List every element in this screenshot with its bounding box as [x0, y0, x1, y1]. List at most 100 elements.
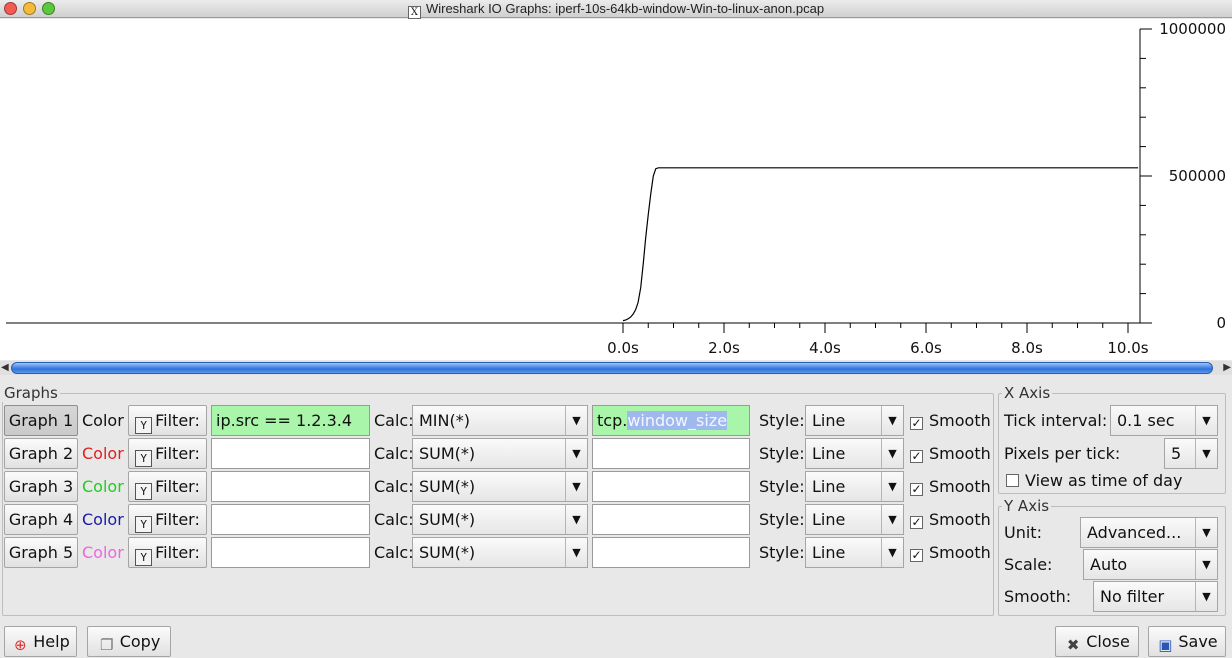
graph-4-filter-button[interactable]: Y Filter: [128, 504, 207, 535]
filter-icon: Y [135, 516, 153, 533]
filter-icon: Y [135, 483, 153, 500]
graph-4-style-label: Style: [759, 510, 805, 529]
chevron-down-icon: ▼ [881, 406, 903, 435]
graph-2-button[interactable]: Graph 2 [4, 438, 78, 469]
x-tick-label: 0.0s [607, 339, 639, 357]
graph-4-calc-select[interactable]: SUM(*) ▼ [412, 504, 588, 535]
window-title: X Wireshark IO Graphs: iperf-10s-64kb-win… [0, 0, 1232, 19]
chevron-down-icon: ▼ [565, 505, 587, 534]
graph-4-filter-input[interactable] [211, 504, 370, 535]
graph-5-style-select[interactable]: Line ▼ [805, 537, 904, 568]
tick-interval-label: Tick interval: [1004, 411, 1108, 430]
graph-1-calc-field-input[interactable]: tcp.window_size [592, 405, 750, 436]
graph-2-calc-select[interactable]: SUM(*) ▼ [412, 438, 588, 469]
scroll-right-icon[interactable]: ▶ [1223, 362, 1231, 373]
graph-4-style-select[interactable]: Line ▼ [805, 504, 904, 535]
plot-scrollbar[interactable]: ◀ ▶ [0, 361, 1232, 375]
graph-5-calc-field-input[interactable] [592, 537, 750, 568]
graph-1-button[interactable]: Graph 1 [4, 405, 78, 436]
floppy-disk-icon: ▣ [1158, 636, 1173, 654]
chevron-down-icon: ▼ [881, 505, 903, 534]
chevron-down-icon: ▼ [1195, 439, 1217, 468]
graph-1-style-select[interactable]: Line ▼ [805, 405, 904, 436]
x-tick-label: 6.0s [910, 339, 942, 357]
save-button[interactable]: ▣ Save [1148, 626, 1226, 657]
x-tick-label: 10.0s [1107, 339, 1148, 357]
filter-icon: Y [135, 417, 153, 434]
graph-3-filter-input[interactable] [211, 471, 370, 502]
graph-2-smooth-checkbox[interactable]: ✓ Smooth [910, 438, 991, 469]
graph-2-style-select[interactable]: Line ▼ [805, 438, 904, 469]
graph-3-smooth-checkbox[interactable]: ✓ Smooth [910, 471, 991, 502]
x-tick-label: 8.0s [1011, 339, 1043, 357]
chevron-down-icon: ▼ [565, 439, 587, 468]
graph-4-calc-field-input[interactable] [592, 504, 750, 535]
unit-select[interactable]: Advanced... ▼ [1080, 517, 1218, 548]
filter-icon: Y [135, 549, 153, 566]
smooth-filter-select[interactable]: No filter ▼ [1093, 581, 1218, 612]
graph-4-button[interactable]: Graph 4 [4, 504, 78, 535]
io-graph-chart[interactable]: 1000000 500000 0 0.0s 2.0s 4.0s 6.0s 8.0s 10.0s [0, 19, 1232, 360]
graph-3-style-select[interactable]: Line ▼ [805, 471, 904, 502]
selected-text: window_size [627, 411, 728, 430]
graph-1-calc-select[interactable]: MIN(*) ▼ [412, 405, 588, 436]
checkbox-unchecked-icon[interactable] [1006, 474, 1019, 487]
x11-app-icon: X [407, 6, 421, 19]
checkbox-checked-icon[interactable]: ✓ [910, 483, 923, 496]
graphs-group-title: Graphs [2, 384, 60, 402]
graph-2-calc-field-input[interactable] [592, 438, 750, 469]
graph-1-color-label[interactable]: Color [82, 405, 124, 436]
checkbox-checked-icon[interactable]: ✓ [910, 450, 923, 463]
help-button[interactable]: ⊕ Help [4, 626, 77, 657]
checkbox-checked-icon[interactable]: ✓ [910, 516, 923, 529]
graph-5-calc-label: Calc: [374, 543, 414, 562]
copy-button[interactable]: ❐ Copy [87, 626, 171, 657]
chevron-down-icon: ▼ [565, 472, 587, 501]
graph-1-style-label: Style: [759, 411, 805, 430]
scrollbar-thumb[interactable] [11, 362, 1213, 374]
graph-1-series-line [622, 167, 1139, 322]
graph-3-calc-select[interactable]: SUM(*) ▼ [412, 471, 588, 502]
graph-3-calc-label: Calc: [374, 477, 414, 496]
graph-1-smooth-checkbox[interactable]: ✓ Smooth [910, 405, 991, 436]
graph-5-smooth-checkbox[interactable]: ✓ Smooth [910, 537, 991, 568]
graph-3-button[interactable]: Graph 3 [4, 471, 78, 502]
chevron-down-icon: ▼ [1195, 582, 1217, 611]
graph-3-color-label[interactable]: Color [82, 471, 124, 502]
chevron-down-icon: ▼ [881, 472, 903, 501]
checkbox-checked-icon[interactable]: ✓ [910, 417, 923, 430]
scale-select[interactable]: Auto ▼ [1083, 549, 1218, 580]
scale-label: Scale: [1004, 555, 1053, 574]
graph-4-color-label[interactable]: Color [82, 504, 124, 535]
y-tick-label: 500000 [1169, 167, 1226, 185]
graph-3-style-label: Style: [759, 477, 805, 496]
chevron-down-icon: ▼ [1195, 550, 1217, 579]
io-graph-plot[interactable]: 1000000 500000 0 0.0s 2.0s 4.0s 6.0s 8.0s 10.0s [0, 19, 1232, 360]
graph-2-filter-button[interactable]: Y Filter: [128, 438, 207, 469]
graph-5-button[interactable]: Graph 5 [4, 537, 78, 568]
chevron-down-icon: ▼ [565, 538, 587, 567]
graph-5-filter-input[interactable] [211, 537, 370, 568]
tick-interval-select[interactable]: 0.1 sec ▼ [1110, 405, 1218, 436]
graph-2-color-label[interactable]: Color [82, 438, 124, 469]
graph-3-calc-field-input[interactable] [592, 471, 750, 502]
graph-5-filter-button[interactable]: Y Filter: [128, 537, 207, 568]
smooth-label: Smooth: [1004, 587, 1072, 606]
graph-5-style-label: Style: [759, 543, 805, 562]
chevron-down-icon: ▼ [1195, 518, 1217, 547]
scroll-left-icon[interactable]: ◀ [1, 362, 9, 373]
graph-1-filter-button[interactable]: Y Filter: [128, 405, 207, 436]
graph-5-color-label[interactable]: Color [82, 537, 124, 568]
graph-3-filter-button[interactable]: Y Filter: [128, 471, 207, 502]
graph-5-calc-select[interactable]: SUM(*) ▼ [412, 537, 588, 568]
checkbox-checked-icon[interactable]: ✓ [910, 549, 923, 562]
close-button[interactable]: ✖ Close [1055, 626, 1139, 657]
view-time-of-day-checkbox[interactable]: View as time of day [1006, 465, 1182, 496]
graph-2-filter-input[interactable] [211, 438, 370, 469]
filter-icon: Y [135, 450, 153, 467]
chevron-down-icon: ▼ [881, 538, 903, 567]
graph-4-smooth-checkbox[interactable]: ✓ Smooth [910, 504, 991, 535]
graph-1-filter-input[interactable]: ip.src == 1.2.3.4 [211, 405, 370, 436]
chevron-down-icon: ▼ [565, 406, 587, 435]
y-axis-title: Y Axis [1002, 497, 1052, 515]
